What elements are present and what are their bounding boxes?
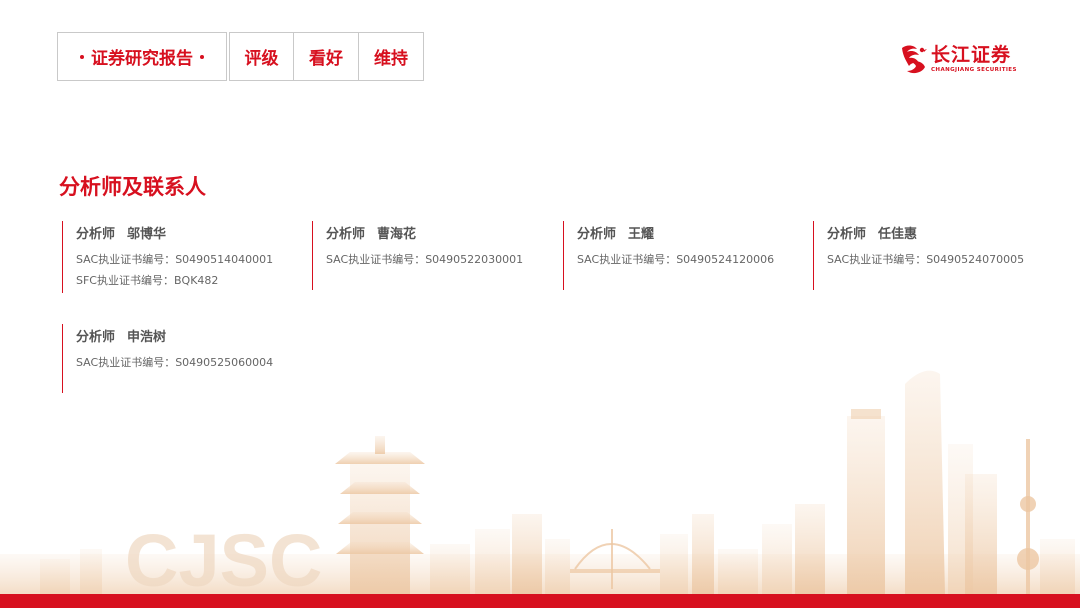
rating-label-box: 评级 bbox=[229, 32, 294, 81]
rating-action-box: 维持 bbox=[359, 32, 424, 81]
analyst-role: 分析师 bbox=[827, 227, 867, 242]
analyst-role: 分析师 bbox=[326, 227, 366, 242]
analyst-name: 邬博华 bbox=[127, 227, 167, 242]
analyst-name: 申浩树 bbox=[127, 330, 167, 345]
analyst-sac-number: SAC执业证书编号：S0490522030001 bbox=[326, 253, 524, 266]
phoenix-logo-icon bbox=[902, 45, 927, 74]
rating-action: 维持 bbox=[374, 49, 408, 69]
brand-name-cn: 长江证券 bbox=[931, 43, 1012, 66]
bottom-accent-bar bbox=[0, 594, 1080, 608]
analyst-role: 分析师 bbox=[76, 330, 116, 345]
analyst-card: 分析师 邬博华 SAC执业证书编号：S0490514040001 SFC执业证书编… bbox=[62, 221, 273, 293]
analyst-role: 分析师 bbox=[76, 227, 116, 242]
brand-logo: 长江证券 CHANGJIANG SECURITIES bbox=[898, 41, 1028, 77]
analyst-sac-number: SAC执业证书编号：S0490514040001 bbox=[76, 253, 274, 266]
city-skyline-illustration: CJSC bbox=[0, 370, 1080, 594]
analyst-name: 王耀 bbox=[628, 227, 655, 242]
analyst-sfc-number: SFC执业证书编号：BQK482 bbox=[76, 274, 219, 287]
rating-value: 看好 bbox=[309, 49, 343, 69]
analyst-card: 分析师 曹海花 SAC执业证书编号：S0490522030001 bbox=[312, 221, 523, 290]
analyst-name: 曹海花 bbox=[377, 227, 417, 242]
rating-label: 评级 bbox=[244, 49, 279, 69]
analyst-sac-number: SAC执业证书编号：S0490524070005 bbox=[827, 253, 1025, 266]
brand-watermark: CJSC bbox=[125, 519, 322, 594]
bullet-dot-icon bbox=[200, 54, 204, 59]
bullet-dot-icon bbox=[80, 54, 84, 59]
analyst-card: 分析师 任佳惠 SAC执业证书编号：S0490524070005 bbox=[813, 221, 1024, 290]
report-header-bar: 证券研究报告 评级 看好 维持 bbox=[57, 32, 424, 81]
rating-value-box: 看好 bbox=[294, 32, 359, 81]
report-type-box: 证券研究报告 bbox=[57, 32, 227, 81]
report-type-label: 证券研究报告 bbox=[91, 49, 193, 69]
analyst-name: 任佳惠 bbox=[878, 227, 918, 242]
analyst-role: 分析师 bbox=[577, 227, 617, 242]
analyst-sac-number: SAC执业证书编号：S0490524120006 bbox=[577, 253, 775, 266]
analyst-card: 分析师 王耀 SAC执业证书编号：S0490524120006 bbox=[563, 221, 774, 290]
brand-name-en: CHANGJIANG SECURITIES bbox=[931, 66, 1017, 73]
section-title: 分析师及联系人 bbox=[59, 175, 206, 199]
